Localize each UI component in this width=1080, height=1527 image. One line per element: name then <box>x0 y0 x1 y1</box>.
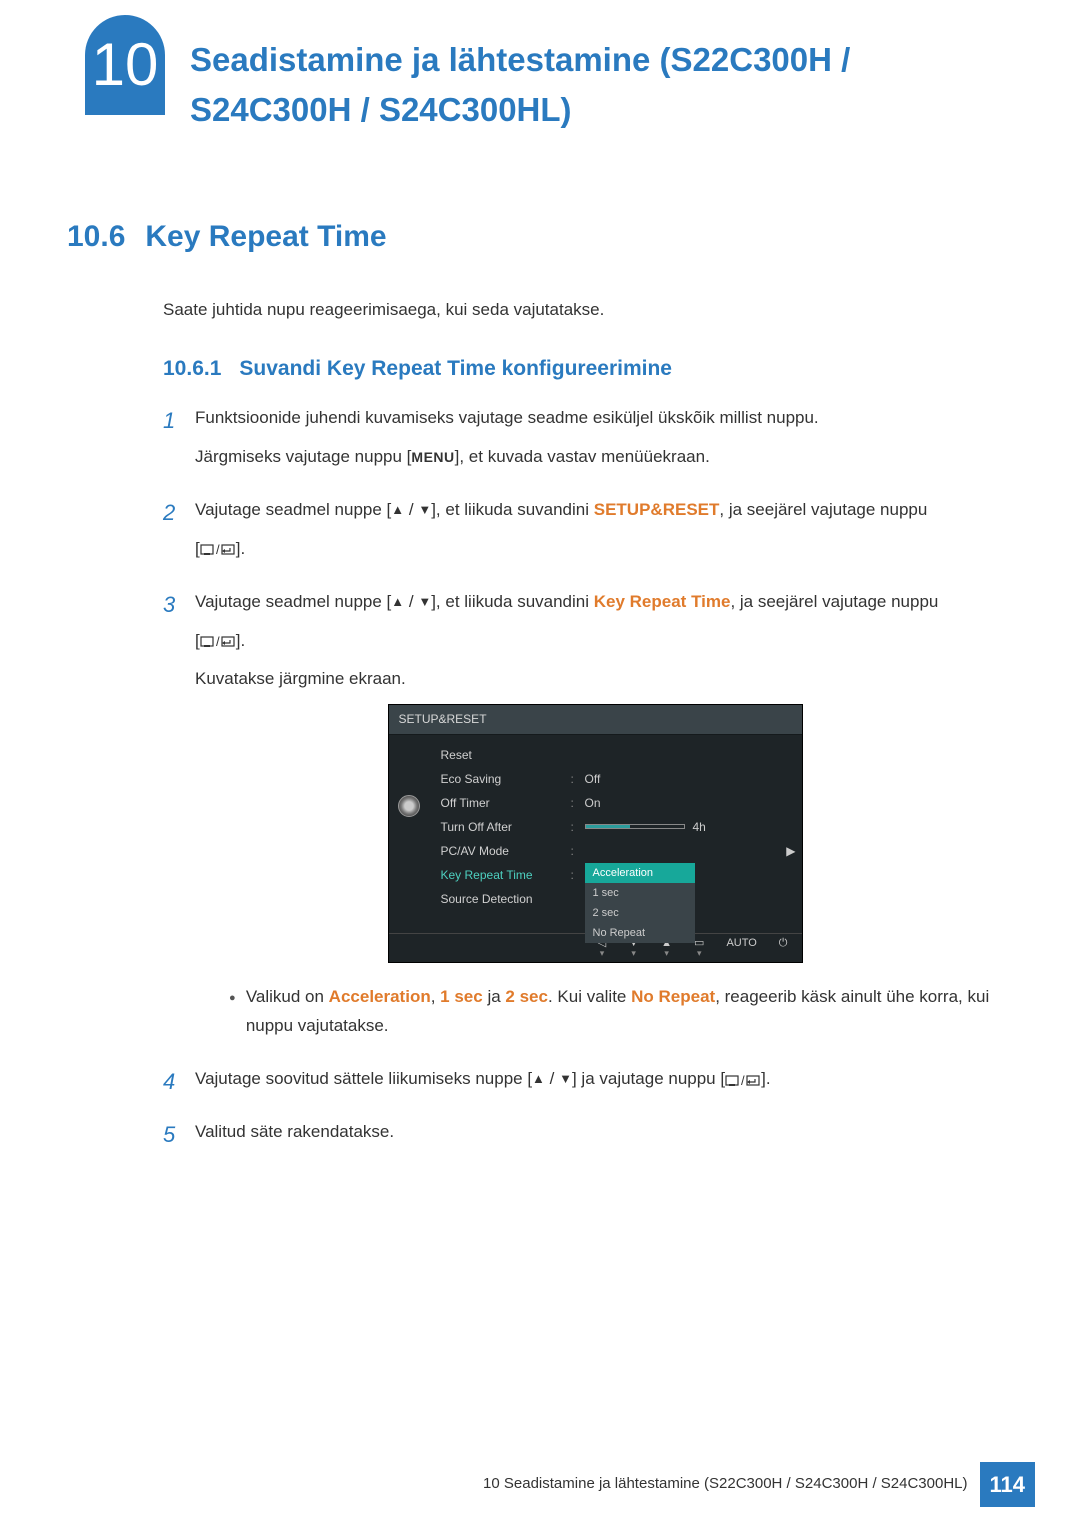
step-3-line3: Kuvatakse järgmine ekraan. <box>195 665 995 694</box>
highlight-1sec: 1 sec <box>440 987 483 1006</box>
osd-title: SETUP&RESET <box>389 705 802 734</box>
text: Järgmiseks vajutage nuppu [ <box>195 447 411 466</box>
text: Vajutage soovitud sättele liikumiseks nu… <box>195 1069 532 1088</box>
svg-text:/: / <box>216 542 220 556</box>
subsection-number: 10.6.1 <box>163 353 221 385</box>
osd-item-offtimer: Off Timer <box>441 793 571 813</box>
text: ], et kuvada vastav menüüekraan. <box>455 447 710 466</box>
osd-item-pcav: PC/AV Mode <box>441 841 571 861</box>
page-number: 114 <box>980 1462 1036 1507</box>
osd-item-reset: Reset <box>441 745 571 765</box>
osd-item-turnoff: Turn Off After <box>441 817 571 837</box>
text: ]. <box>236 539 245 558</box>
up-arrow-icon: ▲ <box>391 591 404 613</box>
osd-nav-enter-icon: ▭▾ <box>694 938 704 958</box>
source-enter-icon: / <box>200 627 236 656</box>
step-5: 5 Valitud säte rakendatakse. <box>163 1118 995 1157</box>
bullet-note: ● Valikud on Acceleration, 1 sec ja 2 se… <box>229 983 995 1041</box>
subsection-heading: 10.6.1 Suvandi Key Repeat Time konfigure… <box>163 353 995 385</box>
footer-text: 10 Seadistamine ja lähtestamine (S22C300… <box>483 1473 967 1496</box>
osd-option-2sec: 2 sec <box>585 903 695 923</box>
highlight-key-repeat-time: Key Repeat Time <box>594 592 731 611</box>
step-2-line1: Vajutage seadmel nuppe [▲ / ▼], et liiku… <box>195 496 995 525</box>
text: Vajutage seadmel nuppe [ <box>195 592 391 611</box>
step-number: 3 <box>163 588 195 1052</box>
osd-option-1sec: 1 sec <box>585 883 695 903</box>
step-2-line2: [/]. <box>195 535 995 564</box>
text: , ja seejärel vajutage nuppu <box>719 500 927 519</box>
step-number: 2 <box>163 496 195 574</box>
highlight-norepeat: No Repeat <box>631 987 715 1006</box>
text: ]. <box>236 631 245 650</box>
step-number: 5 <box>163 1118 195 1157</box>
down-arrow-icon: ▼ <box>559 1068 572 1090</box>
text: ], et liikuda suvandini <box>431 592 594 611</box>
highlight-setup-reset: SETUP&RESET <box>594 500 720 519</box>
text: , ja seejärel vajutage nuppu <box>730 592 938 611</box>
down-arrow-icon: ▼ <box>418 499 431 521</box>
chapter-number-badge: 10 <box>85 15 165 115</box>
section-title: Key Repeat Time <box>145 214 386 259</box>
text: ] ja vajutage nuppu [ <box>572 1069 725 1088</box>
osd-item-key-repeat-time: Key Repeat Time <box>441 865 571 885</box>
bullet-icon: ● <box>229 983 246 1041</box>
osd-value-eco: Off <box>585 769 601 789</box>
section-intro: Saate juhtida nupu reageerimisaega, kui … <box>163 297 995 323</box>
menu-button-label: MENU <box>411 449 454 465</box>
step-2: 2 Vajutage seadmel nuppe [▲ / ▼], et lii… <box>163 496 995 574</box>
svg-text:/: / <box>216 634 220 648</box>
source-enter-icon: / <box>725 1065 761 1094</box>
step-1: 1 Funktsioonide juhendi kuvamiseks vajut… <box>163 404 995 482</box>
osd-option-norepeat: No Repeat <box>585 923 695 943</box>
chapter-header: 10 Seadistamine ja lähtestamine (S22C300… <box>85 20 995 134</box>
section-number: 10.6 <box>67 214 125 259</box>
osd-screenshot: SETUP&RESET Reset Eco Saving:Off Off Tim… <box>388 704 803 963</box>
step-5-text: Valitud säte rakendatakse. <box>195 1118 995 1147</box>
chevron-right-icon: ▶ <box>784 841 796 861</box>
osd-item-eco: Eco Saving <box>441 769 571 789</box>
text: , <box>431 987 440 1006</box>
text: Valikud on <box>246 987 329 1006</box>
step-3-line2: [/]. <box>195 627 995 656</box>
step-3-line1: Vajutage seadmel nuppe [▲ / ▼], et liiku… <box>195 588 995 617</box>
subsection-title: Suvandi Key Repeat Time konfigureerimine <box>239 353 672 385</box>
step-1-line2: Järgmiseks vajutage nuppu [MENU], et kuv… <box>195 443 995 472</box>
osd-nav-power-icon: ⏻ <box>779 938 788 958</box>
down-arrow-icon: ▼ <box>418 591 431 613</box>
osd-item-srcdet: Source Detection <box>441 889 571 909</box>
page-footer: 10 Seadistamine ja lähtestamine (S22C300… <box>483 1462 1035 1507</box>
step-4: 4 Vajutage soovitud sättele liikumiseks … <box>163 1065 995 1104</box>
svg-text:/: / <box>741 1073 745 1087</box>
source-enter-icon: / <box>200 535 236 564</box>
osd-value-offtimer: On <box>585 793 601 813</box>
step-number: 1 <box>163 404 195 482</box>
step-3: 3 Vajutage seadmel nuppe [▲ / ▼], et lii… <box>163 588 995 1052</box>
step-4-text: Vajutage soovitud sättele liikumiseks nu… <box>195 1065 995 1094</box>
step-number: 4 <box>163 1065 195 1104</box>
text: . Kui valite <box>548 987 631 1006</box>
step-1-line1: Funktsioonide juhendi kuvamiseks vajutag… <box>195 404 995 433</box>
osd-slider <box>585 824 685 829</box>
section-heading: 10.6 Key Repeat Time <box>85 214 995 259</box>
osd-nav-auto: AUTO <box>726 938 756 958</box>
highlight-acceleration: Acceleration <box>329 987 431 1006</box>
gear-icon <box>398 795 420 817</box>
highlight-2sec: 2 sec <box>505 987 548 1006</box>
chapter-title: Seadistamine ja lähtestamine (S22C300H /… <box>190 20 995 134</box>
osd-dropdown: Acceleration 1 sec 2 sec No Repeat <box>585 863 695 943</box>
text: ja <box>483 987 506 1006</box>
text: ], et liikuda suvandini <box>431 500 594 519</box>
up-arrow-icon: ▲ <box>532 1068 545 1090</box>
up-arrow-icon: ▲ <box>391 499 404 521</box>
osd-option-acceleration: Acceleration <box>585 863 695 883</box>
text: Vajutage seadmel nuppe [ <box>195 500 391 519</box>
osd-value-turnoff: 4h <box>693 817 706 837</box>
text: ]. <box>761 1069 770 1088</box>
